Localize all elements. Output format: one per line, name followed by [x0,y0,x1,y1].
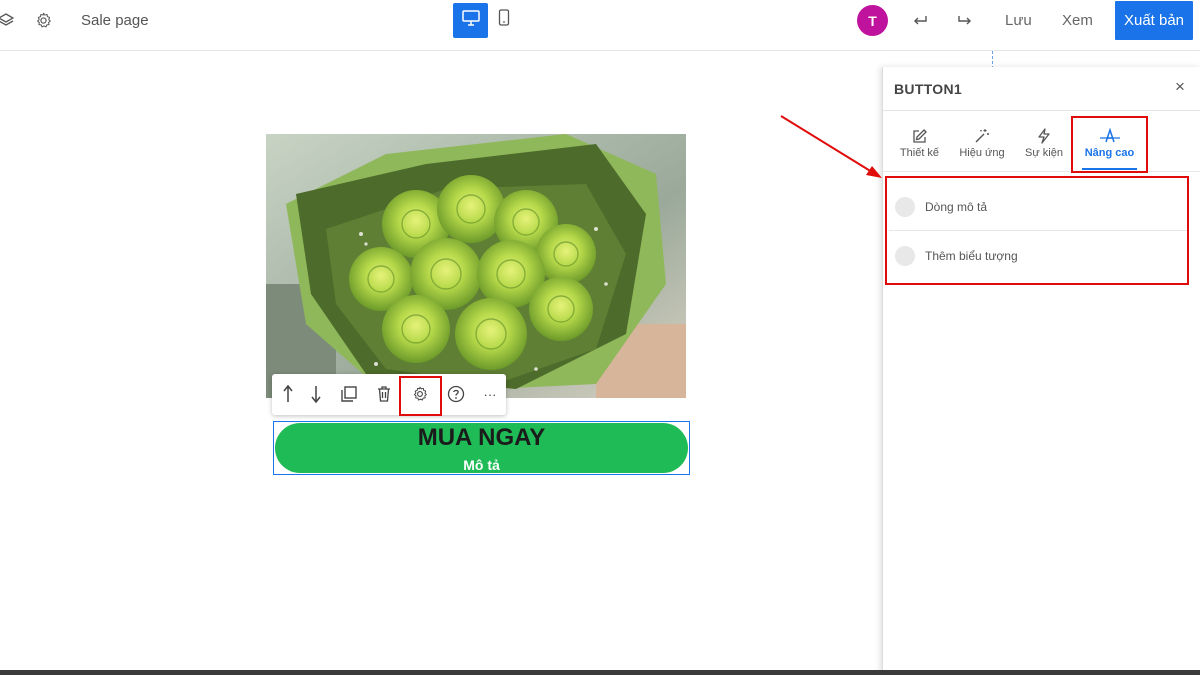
duplicate-icon[interactable] [338,383,360,405]
element-toolbar: ··· [272,374,506,416]
buy-button-description: Mô tả [463,457,500,473]
lightning-icon [1023,125,1065,147]
tab-design[interactable]: Thiết kế [897,125,942,169]
redo-icon[interactable] [955,11,975,31]
product-image[interactable] [266,134,686,398]
preview-button[interactable]: Xem [1062,12,1093,29]
desktop-icon [461,10,480,31]
move-down-icon[interactable] [305,383,327,405]
advanced-tab-annotation-box [1071,116,1148,173]
tab-design-label: Thiết kế [899,147,940,159]
top-bar: Sale page T Lưu Xem Xuất bản [0,0,1200,51]
tab-effects[interactable]: Hiệu ứng [957,125,1007,169]
buy-button-label: MUA NGAY [417,424,546,451]
tabs-divider [883,171,1200,172]
publish-button[interactable]: Xuất bản [1115,1,1193,40]
mobile-icon [498,9,510,31]
page-name[interactable]: Sale page [81,12,149,29]
close-icon[interactable]: × [1175,77,1185,97]
layers-icon[interactable] [0,10,16,30]
help-icon[interactable] [445,383,467,405]
tab-events[interactable]: Sự kiện [1023,125,1065,169]
magic-wand-icon [957,125,1007,147]
settings-annotation-box [399,376,442,416]
panel-divider [883,110,1200,111]
move-up-icon[interactable] [277,383,299,405]
taskbar-edge [0,670,1200,675]
mobile-view-button[interactable] [494,9,514,31]
save-button[interactable]: Lưu [1005,12,1032,29]
rose-bouquet-image [266,134,686,398]
properties-panel: BUTTON1 × Thiết kế Hiệu ứng Sự kiện Nâng… [882,67,1200,675]
undo-icon[interactable] [910,11,930,31]
options-annotation-box [885,176,1189,285]
delete-icon[interactable] [373,383,395,405]
desktop-view-button[interactable] [453,3,488,38]
panel-title: BUTTON1 [894,81,962,97]
more-icon[interactable]: ··· [479,383,501,405]
tab-effects-label: Hiệu ứng [959,147,1005,159]
buy-now-button[interactable]: MUA NGAY Mô tả [275,423,688,473]
avatar[interactable]: T [857,5,888,36]
edit-icon [897,125,942,147]
tab-events-label: Sự kiện [1025,147,1063,159]
gear-icon[interactable] [33,10,53,30]
